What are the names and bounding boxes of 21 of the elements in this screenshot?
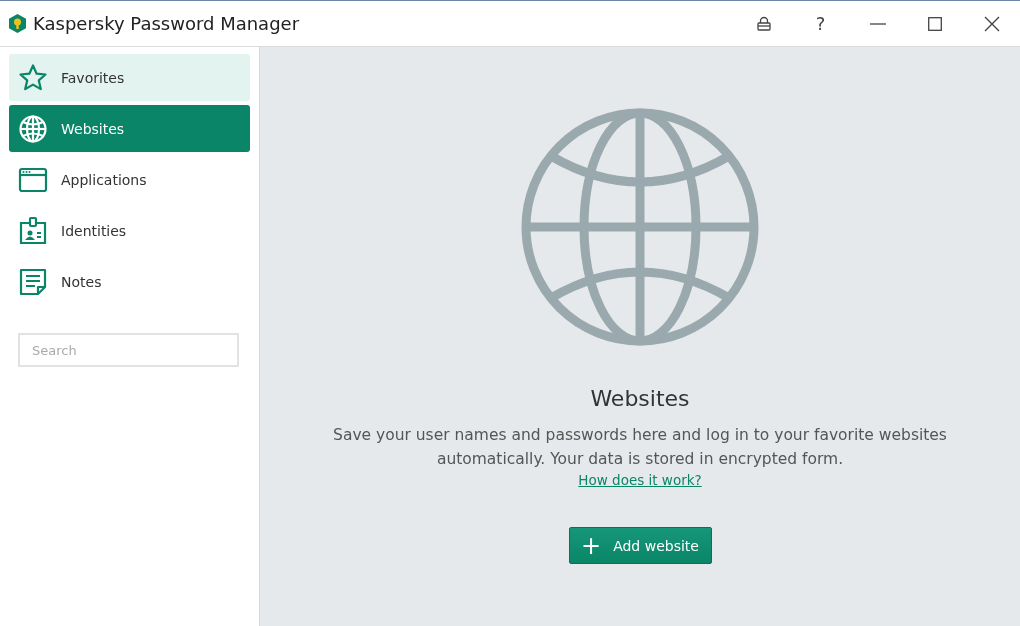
sidebar-item[interactable]: Favorites — [9, 54, 250, 101]
lock-icon[interactable] — [755, 15, 772, 32]
add-website-button[interactable]: + Add website — [568, 527, 712, 564]
minimize-icon[interactable] — [869, 22, 886, 25]
section-title: Websites — [590, 386, 690, 411]
maximize-icon[interactable] — [927, 16, 942, 31]
note-icon — [18, 266, 48, 297]
star-icon — [18, 62, 48, 93]
globe-icon — [18, 113, 48, 144]
sidebar-item[interactable]: Identities — [9, 207, 250, 254]
sidebar-item[interactable]: Notes — [9, 258, 250, 305]
id-card-icon — [18, 215, 48, 246]
search-field[interactable]: Search — [18, 333, 239, 367]
help-button[interactable]: ? — [815, 13, 826, 34]
sidebar-item[interactable]: Applications — [9, 156, 250, 203]
description-text: Save your user names and passwords here and log in to your favorite websites automatically. Your data is stored in encrypted form. — [332, 425, 948, 470]
sidebar-item[interactable]: Websites — [9, 105, 250, 152]
close-icon[interactable] — [983, 15, 1000, 32]
window-title: Kaspersky Password Manager — [33, 13, 301, 34]
app-logo-icon — [9, 14, 26, 33]
how-it-works-link[interactable]: How does it work? — [578, 472, 702, 488]
